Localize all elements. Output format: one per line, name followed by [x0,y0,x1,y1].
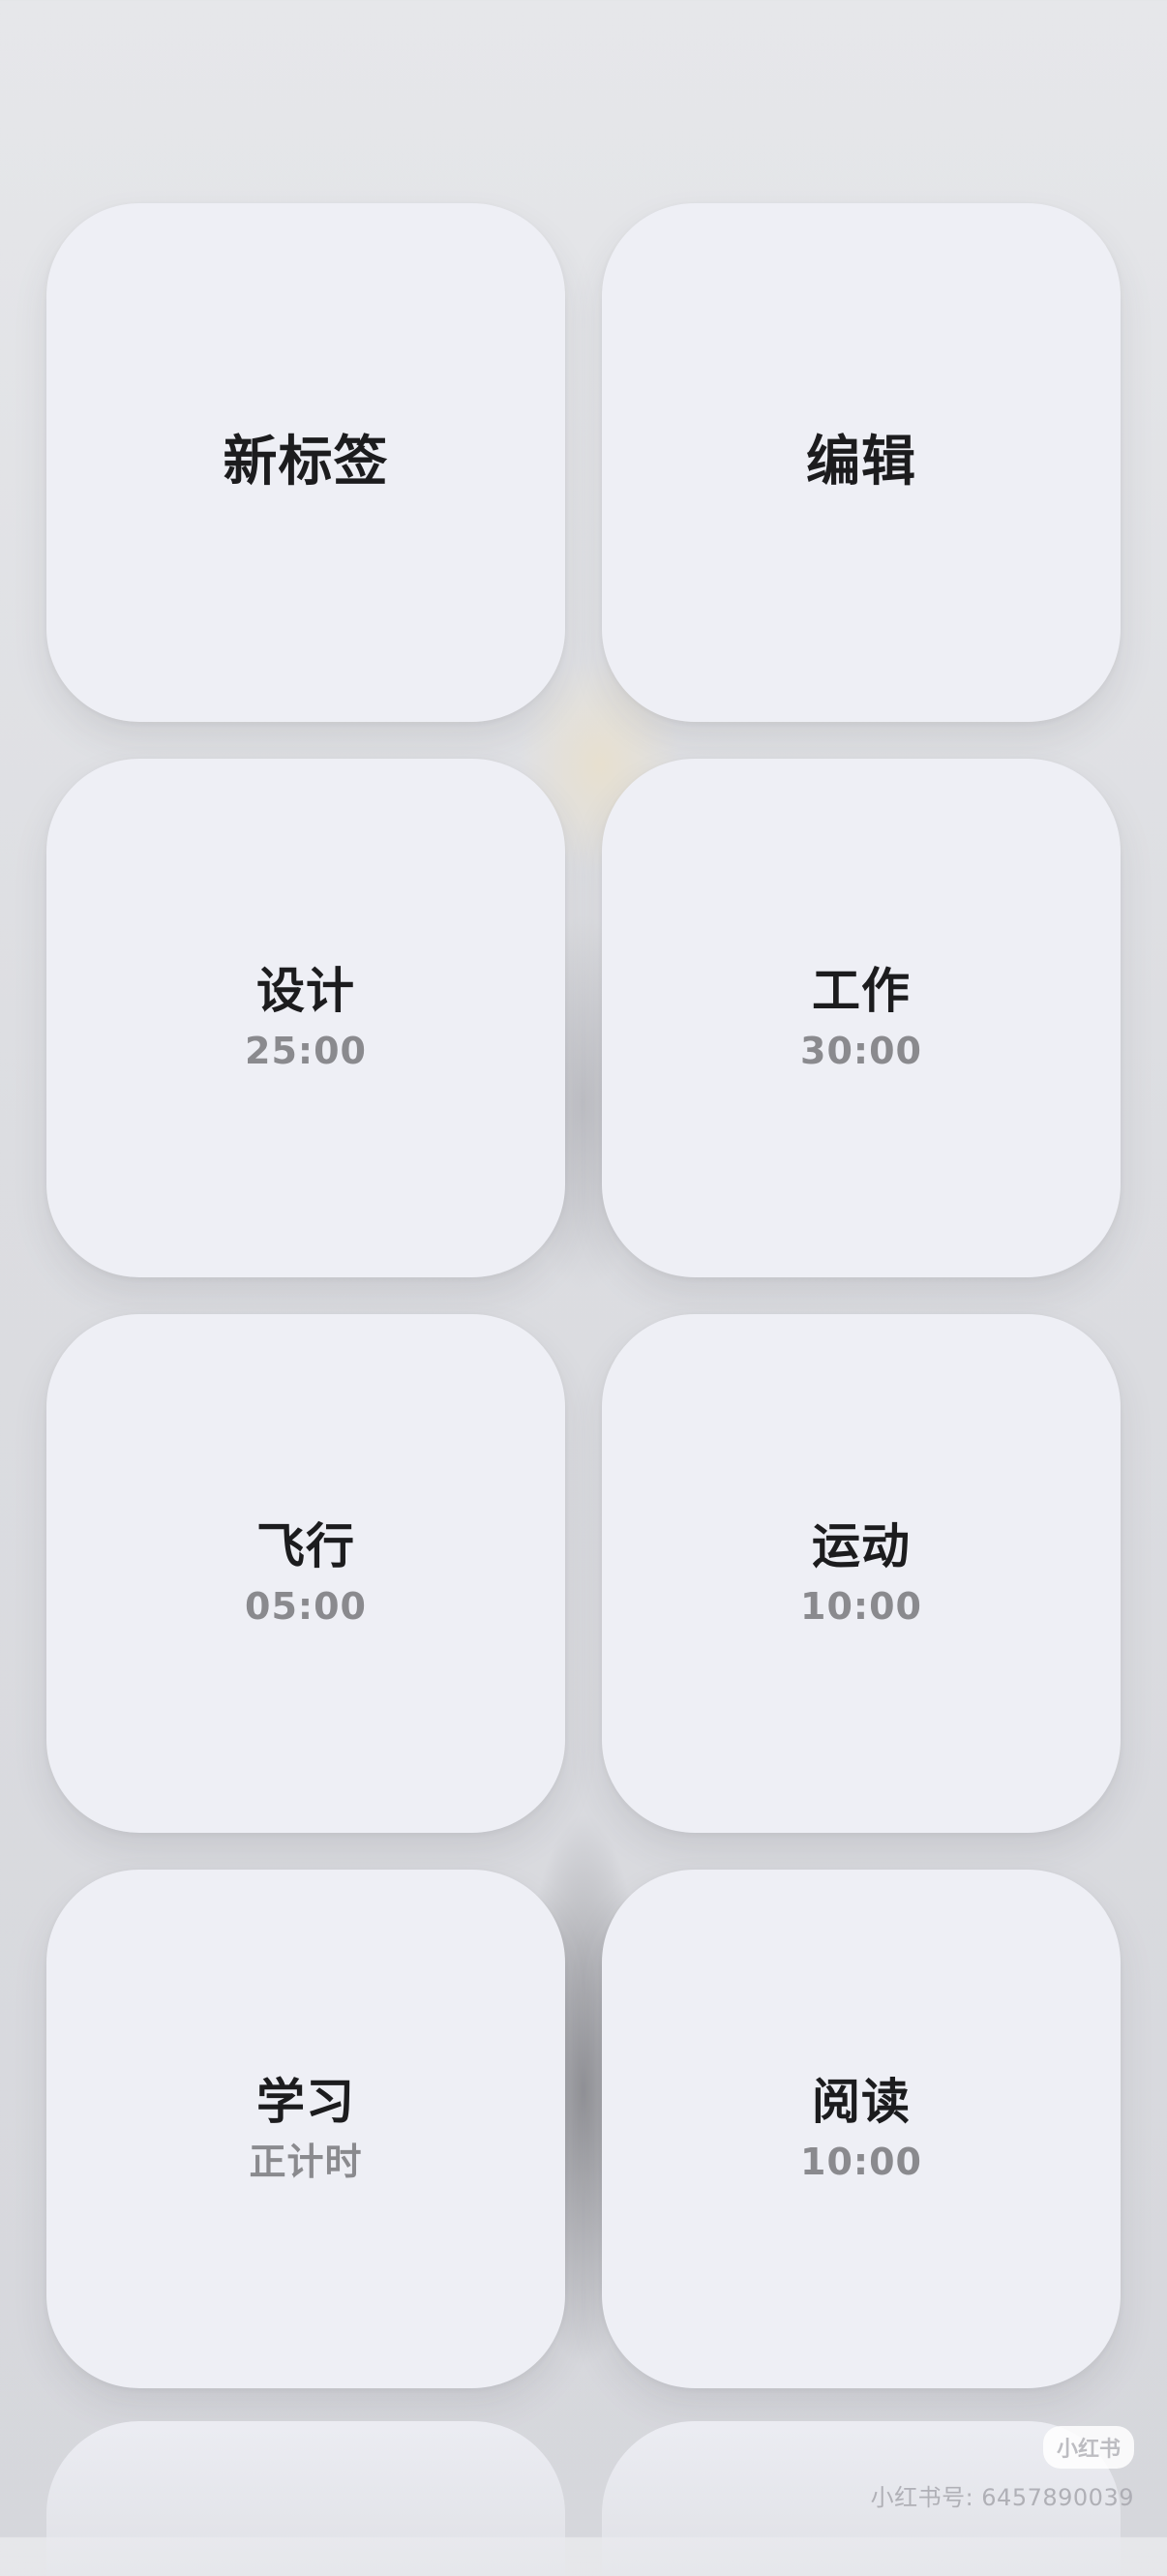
watermark-logo: 小红书 [1042,2426,1134,2469]
watermark-id: 小红书号: 6457890039 [870,2484,1134,2511]
tile-title: 阅读 [812,2074,911,2131]
timer-tile-grid: 新标签 编辑 设计 25:00 工作 30:00 飞行 05:00 运动 10:… [46,203,1121,2388]
tile-duration: 10:00 [800,2141,922,2184]
timer-tile-flight[interactable]: 飞行 05:00 [46,1314,565,1833]
tile-duration: 05:00 [245,1585,367,1629]
tile-duration: 10:00 [800,1585,922,1629]
timer-tile-reading[interactable]: 阅读 10:00 [602,1870,1121,2388]
tile-title: 飞行 [256,1518,355,1575]
timer-tile-exercise[interactable]: 运动 10:00 [602,1314,1121,1833]
tile-duration: 正计时 [249,2141,363,2184]
watermark: 小红书 小红书号: 6457890039 [871,2426,1134,2512]
tile-title: 新标签 [223,431,389,494]
tile-duration: 30:00 [800,1030,922,1073]
tile-title: 运动 [812,1518,911,1575]
partial-tile[interactable] [46,2421,565,2576]
timer-tile-design[interactable]: 设计 25:00 [46,759,565,1277]
timer-tile-work[interactable]: 工作 30:00 [602,759,1121,1277]
tile-duration: 25:00 [245,1030,367,1073]
tile-title: 编辑 [806,431,916,494]
timer-tile-study[interactable]: 学习 正计时 [46,1870,565,2388]
tile-title: 工作 [812,963,911,1020]
tile-title: 学习 [256,2074,355,2131]
edit-tile[interactable]: 编辑 [602,203,1121,722]
new-tag-tile[interactable]: 新标签 [46,203,565,722]
tile-title: 设计 [256,963,355,1020]
